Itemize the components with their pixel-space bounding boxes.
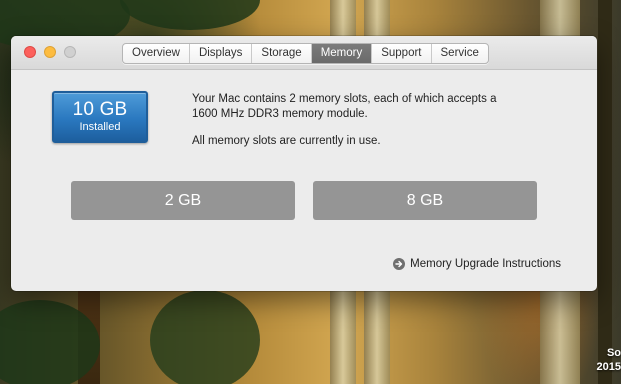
installed-memory-caption: Installed <box>79 121 121 133</box>
segmented-tab-bar: Overview Displays Storage Memory Support… <box>122 43 489 64</box>
arrow-circle-right-icon <box>393 258 406 270</box>
tab-displays[interactable]: Displays <box>190 44 253 63</box>
memory-slot-1: 2 GB <box>71 181 295 220</box>
memory-slot-2: 8 GB <box>313 181 537 220</box>
memory-description: Your Mac contains 2 memory slots, each o… <box>192 92 522 161</box>
desktop-corner-text-2: 2015 <box>596 361 621 373</box>
installed-memory-total: 10 GB <box>72 99 128 120</box>
wallpaper-palm-frond <box>150 290 260 384</box>
tab-overview[interactable]: Overview <box>123 44 190 63</box>
desktop-corner-text-1: So <box>606 347 621 359</box>
tab-memory[interactable]: Memory <box>311 44 373 63</box>
wallpaper-palm-frond <box>120 0 260 30</box>
memory-panel: 10 GB Installed Your Mac contains 2 memo… <box>11 70 597 291</box>
tab-service[interactable]: Service <box>432 44 488 63</box>
wallpaper-palm-trunk <box>598 0 612 384</box>
minimize-window-button[interactable] <box>44 46 56 58</box>
zoom-window-button[interactable] <box>64 46 76 58</box>
memory-upgrade-instructions-label: Memory Upgrade Instructions <box>410 258 561 270</box>
tab-storage[interactable]: Storage <box>252 44 312 63</box>
close-window-button[interactable] <box>24 46 36 58</box>
memory-slots-status: All memory slots are currently in use. <box>192 135 381 147</box>
tab-support[interactable]: Support <box>372 44 432 63</box>
memory-upgrade-instructions-link[interactable]: Memory Upgrade Instructions <box>393 258 561 270</box>
desktop-background: So 2015 Overview Displays Storage Memory… <box>0 0 621 384</box>
window-titlebar: Overview Displays Storage Memory Support… <box>11 36 597 70</box>
memory-slots-description: Your Mac contains 2 memory slots, each o… <box>192 93 497 120</box>
installed-memory-badge: 10 GB Installed <box>52 91 148 143</box>
about-this-mac-window: Overview Displays Storage Memory Support… <box>11 36 597 291</box>
